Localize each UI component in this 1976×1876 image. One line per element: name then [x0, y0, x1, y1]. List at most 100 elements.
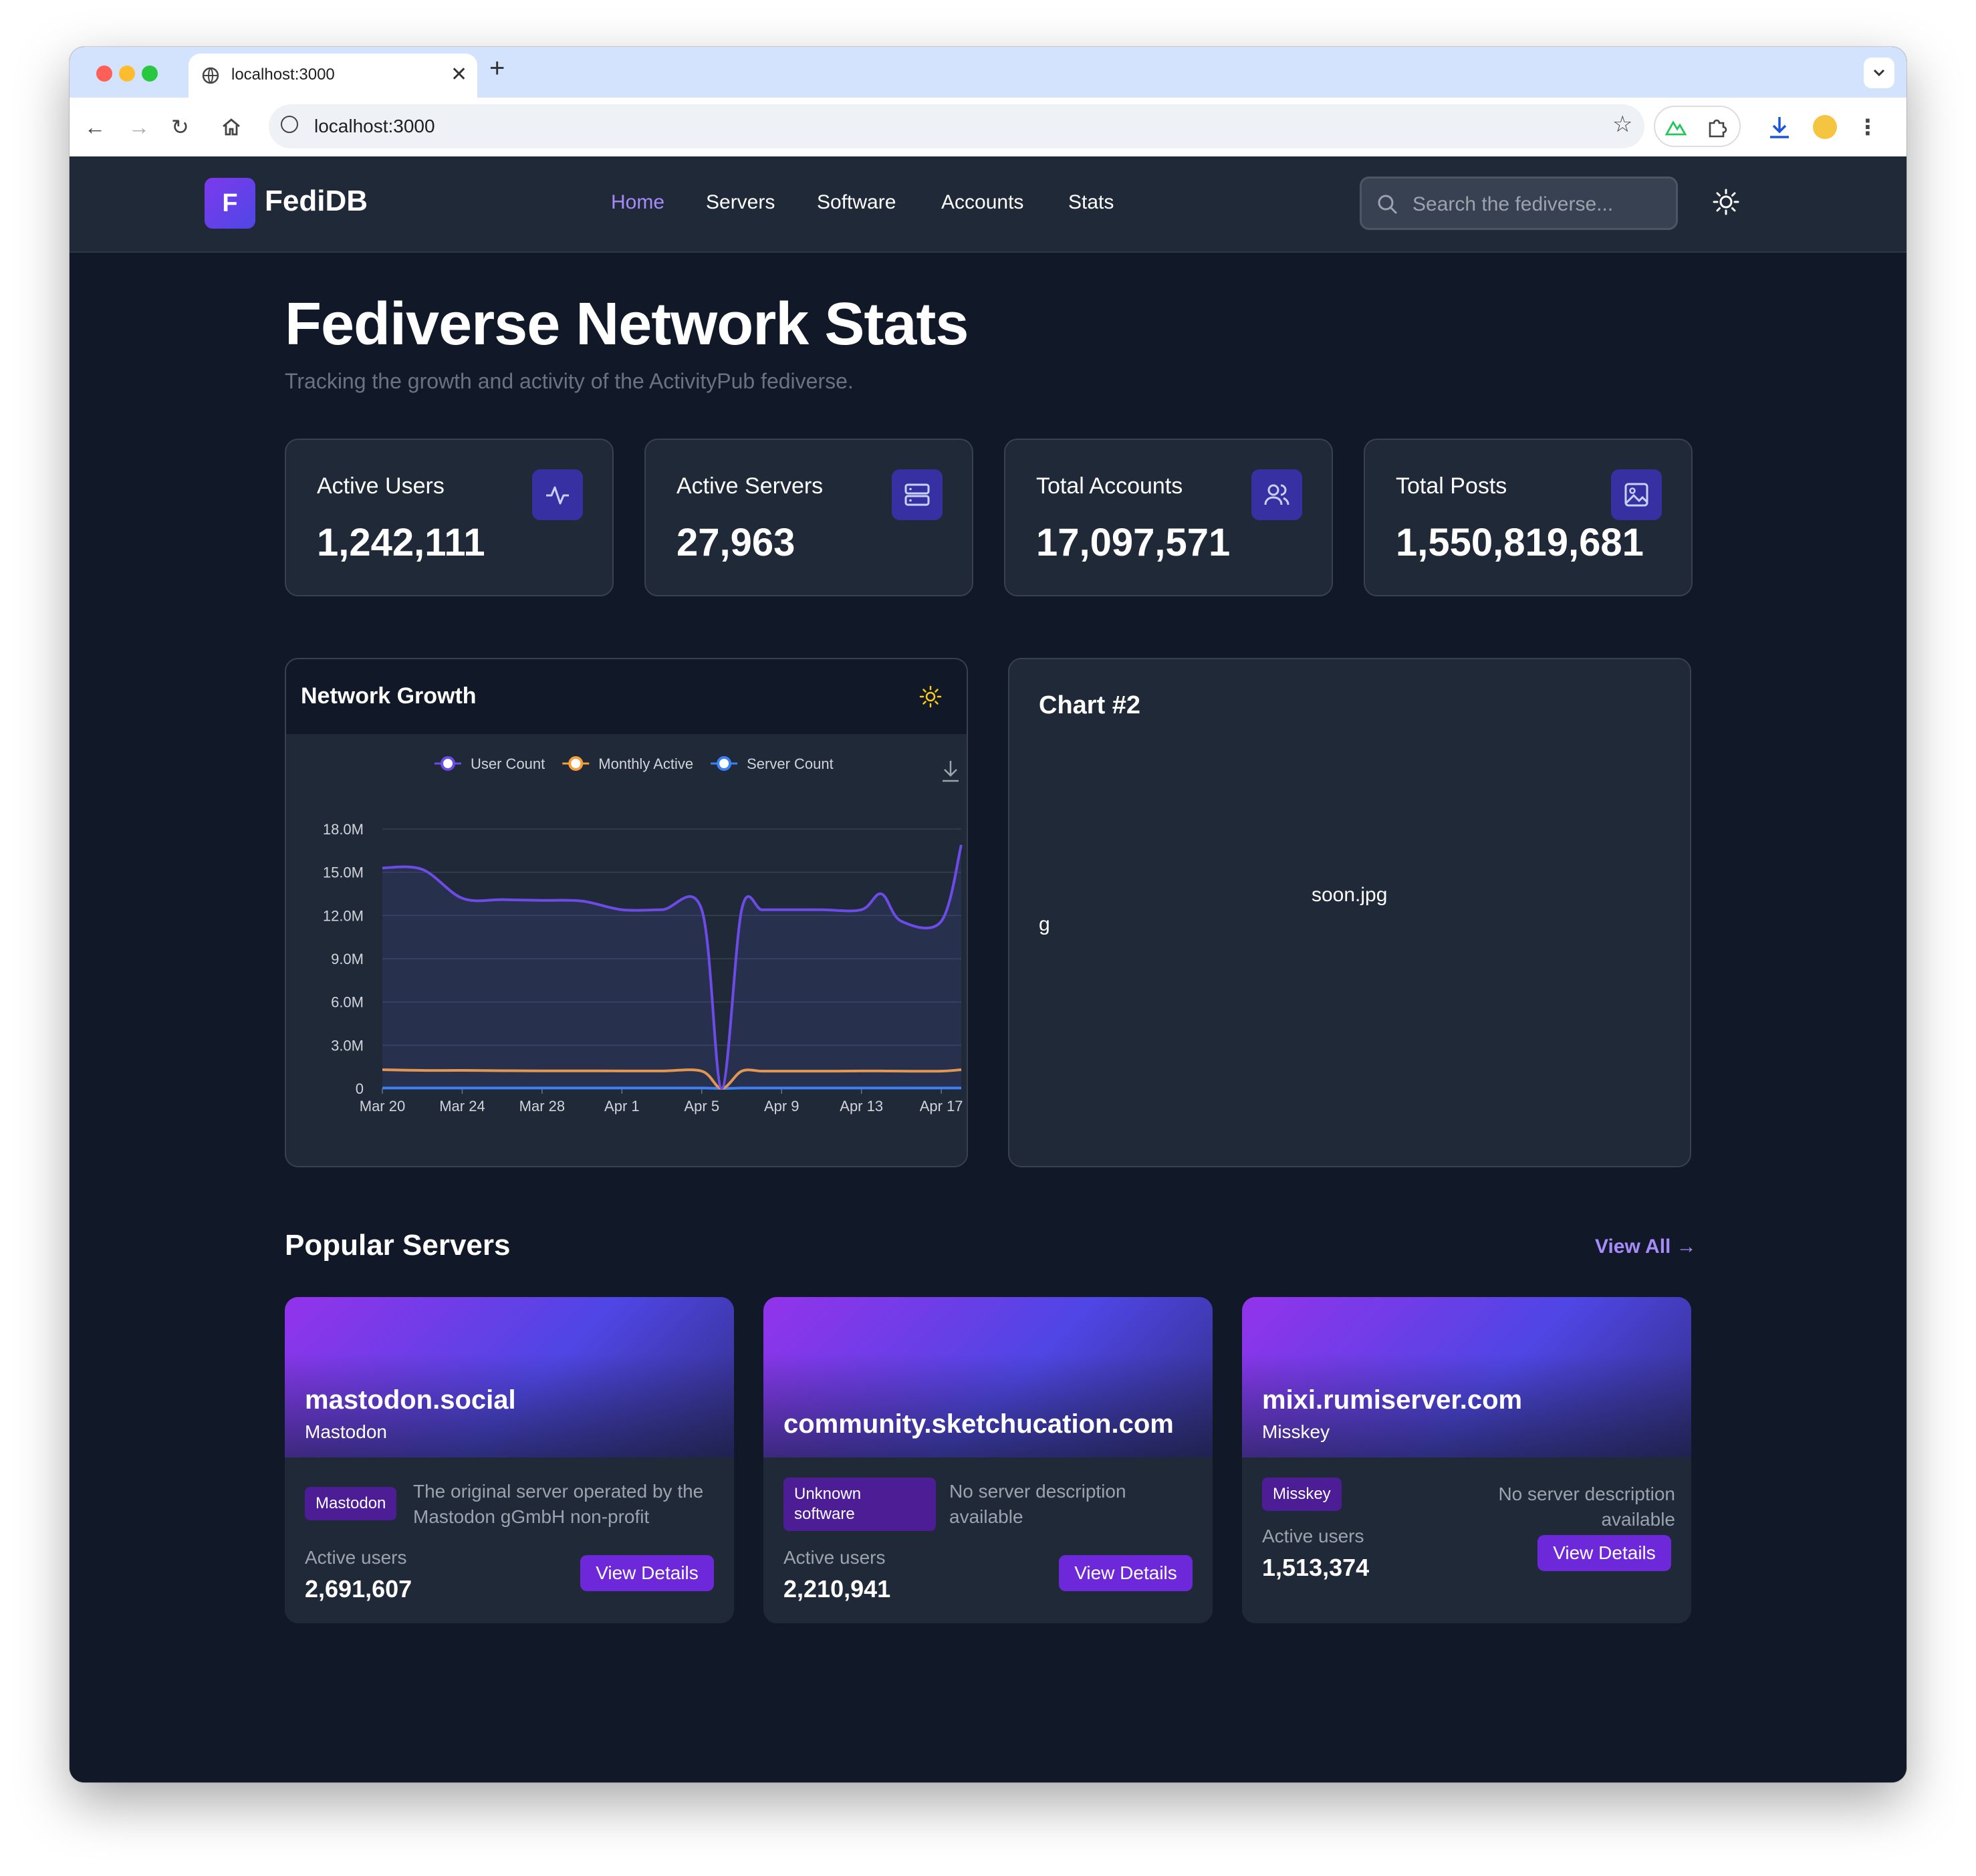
top-navigation: F FediDB Home Servers Software Accounts …	[70, 156, 1906, 253]
globe-icon	[202, 67, 219, 84]
stat-value: 1,242,111	[317, 521, 485, 564]
browser-toolbar: ← → ↻ localhost:3000 ☆ ⋮	[70, 98, 1906, 157]
download-chart-icon[interactable]	[943, 761, 959, 782]
stat-card-total-accounts: Total Accounts 17,097,571	[1004, 439, 1333, 596]
close-window-icon[interactable]	[96, 66, 112, 82]
server-name[interactable]: community.sketchucation.com	[783, 1409, 1174, 1439]
theme-toggle-sun-icon[interactable]	[1711, 187, 1741, 217]
stat-label: Active Servers	[676, 473, 824, 499]
placeholder-image-alt: soon.jpg	[1312, 884, 1388, 906]
nav-accounts[interactable]: Accounts	[941, 191, 1023, 214]
chevron-down-icon	[1873, 69, 1885, 77]
server-card[interactable]: mixi.rumiserver.com Misskey Misskey No s…	[1242, 1297, 1691, 1623]
server-name[interactable]: mastodon.social	[305, 1385, 516, 1415]
logo-text[interactable]: FediDB	[265, 185, 368, 218]
puzzle-extension-icon[interactable]	[1706, 116, 1727, 138]
view-details-button[interactable]: View Details	[1537, 1535, 1671, 1571]
nav-software[interactable]: Software	[817, 191, 896, 214]
nuxt-devtools-icon[interactable]	[1664, 116, 1687, 136]
new-tab-icon[interactable]: +	[489, 53, 505, 84]
logo-mark[interactable]: F	[205, 178, 255, 229]
y-tick-label: 0	[356, 1080, 364, 1097]
stat-card-active-servers: Active Servers 27,963	[644, 439, 973, 596]
y-tick-label: 6.0M	[331, 994, 364, 1011]
address-bar[interactable]: localhost:3000 ☆	[269, 104, 1644, 148]
server-description: No server description available	[1498, 1484, 1675, 1530]
browser-window: localhost:3000 ✕ + ← → ↻ localhost:3000 …	[70, 47, 1906, 1782]
server-software: Misskey	[1262, 1421, 1330, 1442]
nav-servers[interactable]: Servers	[706, 191, 775, 214]
stat-label: Total Accounts	[1036, 473, 1183, 499]
x-tick-label: Apr 17	[920, 1098, 963, 1115]
x-tick-label: Mar 20	[360, 1098, 405, 1115]
more-menu-icon[interactable]: ⋮	[1857, 114, 1878, 140]
back-icon[interactable]: ←	[84, 114, 106, 140]
x-tick-label: Apr 13	[840, 1098, 883, 1115]
server-description: The original server operated by the Mast…	[413, 1481, 704, 1527]
profile-avatar[interactable]	[1813, 115, 1837, 139]
home-icon[interactable]	[221, 116, 242, 138]
y-tick-label: 9.0M	[331, 951, 364, 967]
active-users-label: Active users	[305, 1547, 407, 1568]
image-icon	[1611, 469, 1662, 520]
server-icon	[892, 469, 943, 520]
chart-header: Network Growth	[286, 659, 967, 734]
bookmark-star-icon[interactable]: ☆	[1612, 111, 1632, 138]
close-tab-icon[interactable]: ✕	[451, 63, 467, 86]
tab-title: localhost:3000	[231, 66, 335, 84]
activity-icon	[532, 469, 583, 520]
users-icon	[1251, 469, 1302, 520]
view-details-button[interactable]: View Details	[1059, 1555, 1193, 1591]
network-growth-chart[interactable]: 0 3.0M 6.0M 9.0M 12.0M 15.0M 18.0M Mar 20 Mar 24…	[286, 734, 967, 1167]
legend-label: Server Count	[747, 755, 834, 772]
stat-label: Total Posts	[1396, 473, 1507, 499]
active-users-value: 1,513,374	[1262, 1554, 1370, 1581]
chart-2-card: Chart #2 soon.jpg g	[1008, 658, 1691, 1167]
view-all-link[interactable]: View All →	[1595, 1236, 1697, 1258]
server-card[interactable]: community.sketchucation.com Unknown soft…	[763, 1297, 1213, 1623]
software-badge: Mastodon	[305, 1487, 397, 1520]
forward-icon[interactable]: →	[128, 114, 150, 140]
stat-value: 17,097,571	[1036, 521, 1231, 564]
stat-card-total-posts: Total Posts 1,550,819,681	[1364, 439, 1693, 596]
chart-title: Network Growth	[301, 683, 477, 709]
legend-label: User Count	[471, 755, 545, 772]
search-placeholder: Search the fediverse...	[1412, 193, 1614, 215]
nav-stats[interactable]: Stats	[1068, 191, 1114, 214]
stat-value: 1,550,819,681	[1396, 521, 1644, 564]
view-details-button[interactable]: View Details	[580, 1555, 714, 1591]
tab-search-button[interactable]	[1864, 57, 1894, 88]
active-users-value: 2,210,941	[783, 1575, 891, 1603]
nav-home[interactable]: Home	[611, 191, 664, 214]
tab-strip: localhost:3000 ✕ +	[70, 47, 1906, 98]
server-card[interactable]: mastodon.social Mastodon Mastodon The or…	[285, 1297, 734, 1623]
active-users-label: Active users	[783, 1547, 886, 1568]
y-tick-label: 3.0M	[331, 1037, 364, 1054]
address-url: localhost:3000	[314, 116, 435, 136]
legend-label: Monthly Active	[598, 755, 693, 772]
section-title: Popular Servers	[285, 1229, 511, 1262]
x-tick-label: Apr 1	[604, 1098, 640, 1115]
software-badge: Misskey	[1262, 1478, 1342, 1511]
minimize-window-icon[interactable]	[119, 66, 135, 82]
server-software: Mastodon	[305, 1421, 387, 1442]
page-subtitle: Tracking the growth and activity of the …	[285, 369, 854, 393]
extensions-group	[1654, 106, 1741, 147]
reload-icon[interactable]: ↻	[171, 114, 189, 140]
sun-icon[interactable]	[918, 685, 943, 709]
y-tick-label: 18.0M	[323, 821, 364, 838]
site-info-icon[interactable]	[281, 116, 298, 133]
browser-tab[interactable]: localhost:3000 ✕	[189, 53, 477, 98]
stray-text: g	[1039, 913, 1050, 935]
stat-value: 27,963	[676, 521, 795, 564]
x-tick-label: Apr 9	[764, 1098, 799, 1115]
server-name[interactable]: mixi.rumiserver.com	[1262, 1385, 1522, 1415]
download-icon[interactable]	[1767, 115, 1792, 140]
app-root: F FediDB Home Servers Software Accounts …	[70, 156, 1906, 1782]
legend-swatch-marker	[441, 756, 455, 771]
server-description: No server description available	[949, 1481, 1126, 1527]
maximize-window-icon[interactable]	[142, 66, 158, 82]
y-tick-label: 12.0M	[323, 907, 364, 924]
search-input[interactable]: Search the fediverse...	[1360, 177, 1678, 230]
chart-2-title: Chart #2	[1039, 691, 1141, 719]
